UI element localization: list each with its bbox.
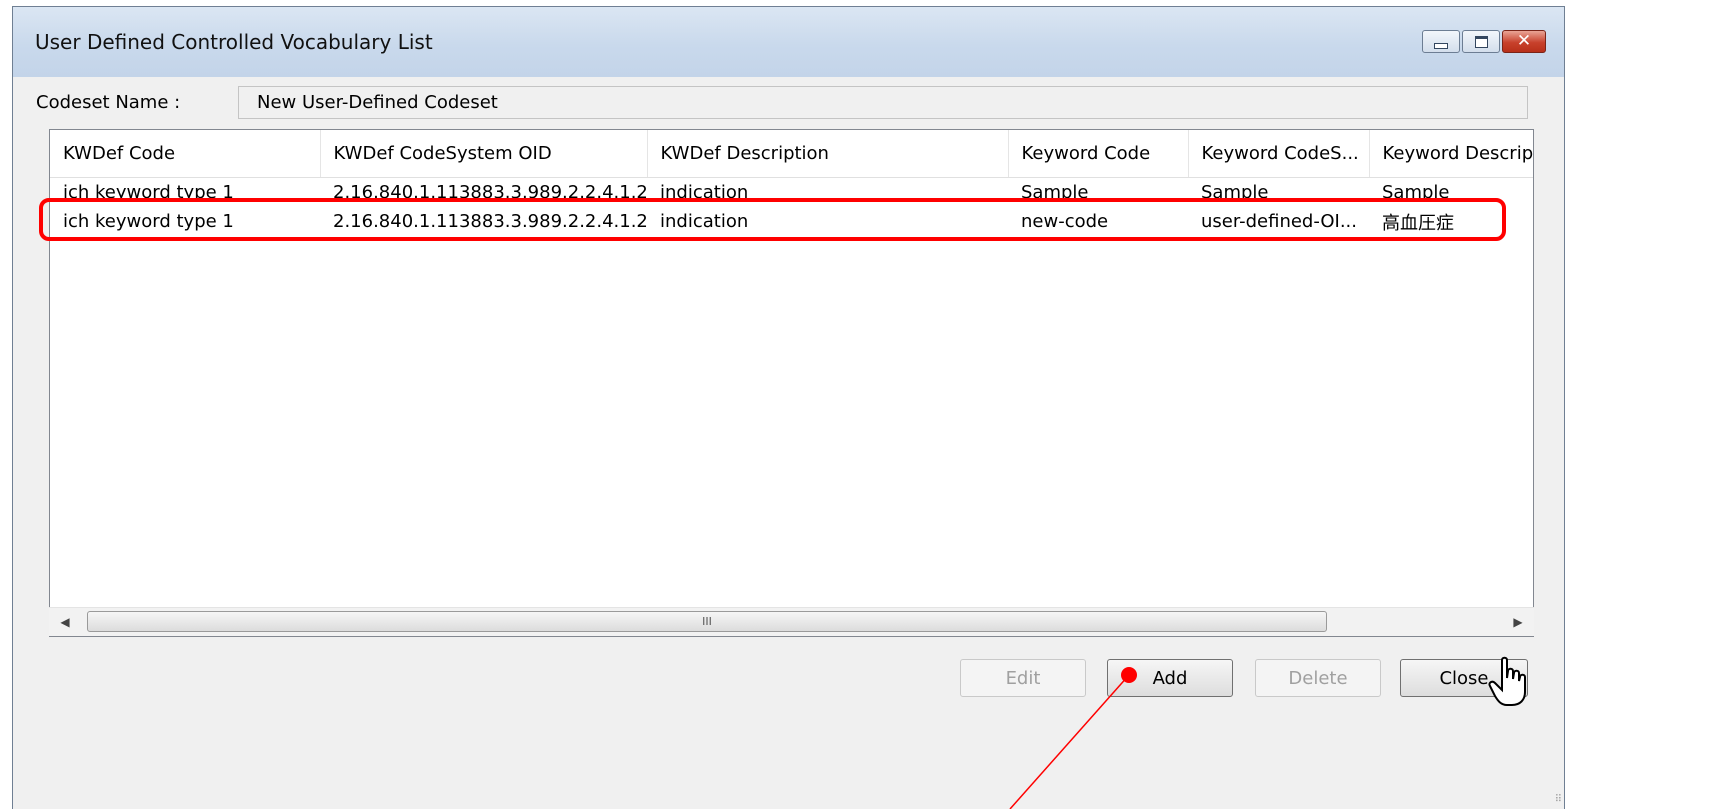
- table-cell: 高血圧症: [1382, 212, 1454, 234]
- window-title: User Defined Controlled Vocabulary List: [35, 30, 433, 54]
- table-cell: 2.16.840.1.113883.3.989.2.2.4.1.2: [333, 211, 647, 232]
- table-cell: 2.16.840.1.113883.3.989.2.2.4.1.2: [333, 182, 647, 203]
- window-controls: ✕: [1420, 30, 1546, 53]
- horizontal-scrollbar[interactable]: ◀ III ▶: [49, 607, 1534, 636]
- table-cell: Sample: [1382, 182, 1450, 203]
- title-bar[interactable]: User Defined Controlled Vocabulary List …: [13, 7, 1564, 77]
- column-header-kwdef-codesystem-oid[interactable]: KWDef CodeSystem OID: [320, 130, 648, 178]
- close-window-button[interactable]: ✕: [1502, 30, 1546, 53]
- maximize-icon: [1474, 35, 1488, 48]
- column-header-kwdef-code[interactable]: KWDef Code: [50, 130, 321, 178]
- delete-button[interactable]: Delete: [1255, 659, 1381, 697]
- scrollbar-thumb[interactable]: III: [87, 611, 1327, 632]
- minimize-icon: [1434, 42, 1448, 49]
- codeset-name-label: Codeset Name :: [36, 92, 181, 113]
- edit-button[interactable]: Edit: [960, 659, 1086, 697]
- table-cell: Sample: [1021, 182, 1089, 203]
- minimize-button[interactable]: [1422, 30, 1460, 53]
- scroll-right-arrow-icon[interactable]: ▶: [1508, 612, 1528, 632]
- table-row[interactable]: ich keyword type 1 2.16.840.1.113883.3.9…: [50, 178, 1533, 208]
- table-cell: user-defined-OI...: [1201, 211, 1357, 232]
- hand-cursor-icon: [1488, 656, 1526, 706]
- table-header: KWDef Code KWDef CodeSystem OID KWDef De…: [50, 130, 1533, 178]
- table-cell: ich keyword type 1: [63, 211, 234, 232]
- scroll-left-arrow-icon[interactable]: ◀: [55, 612, 75, 632]
- table-row[interactable]: ich keyword type 1 2.16.840.1.113883.3.9…: [50, 207, 1533, 236]
- table-cell: ich keyword type 1: [63, 182, 234, 203]
- column-header-keyword-description[interactable]: Keyword Descrip: [1369, 130, 1533, 178]
- dialog-body: Codeset Name : New User-Defined Codeset …: [13, 77, 1564, 809]
- table-cell: indication: [660, 211, 749, 232]
- column-header-kwdef-description[interactable]: KWDef Description: [647, 130, 1009, 178]
- close-icon: ✕: [1516, 31, 1532, 51]
- codeset-name-field[interactable]: New User-Defined Codeset: [238, 86, 1528, 119]
- table-cell: indication: [660, 182, 749, 203]
- column-header-keyword-code[interactable]: Keyword Code: [1008, 130, 1189, 178]
- dialog-window: User Defined Controlled Vocabulary List …: [12, 6, 1565, 809]
- maximize-button[interactable]: [1462, 30, 1500, 53]
- annotation-dot: [1121, 667, 1137, 683]
- table-cell: Sample: [1201, 182, 1269, 203]
- column-header-keyword-codesystem[interactable]: Keyword CodeS...: [1188, 130, 1370, 178]
- vocabulary-table[interactable]: KWDef Code KWDef CodeSystem OID KWDef De…: [49, 129, 1534, 637]
- resize-grip-icon[interactable]: ⠿: [1555, 794, 1562, 805]
- table-cell: new-code: [1021, 211, 1109, 232]
